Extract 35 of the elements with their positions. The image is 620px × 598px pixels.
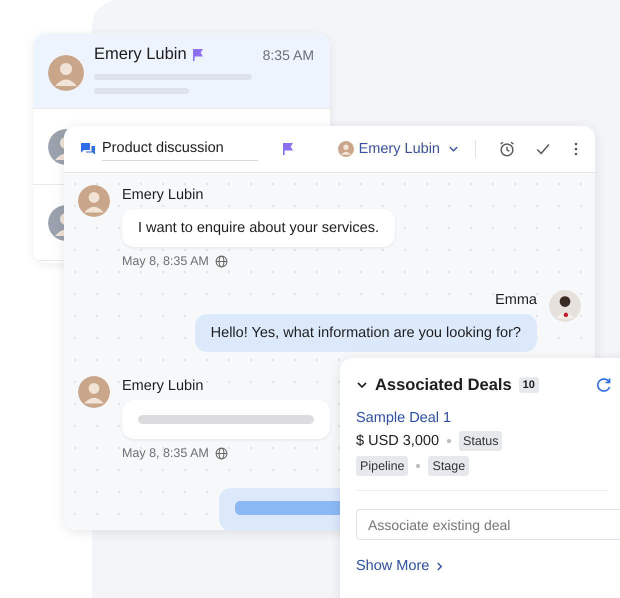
associate-deal-field[interactable]: Associate existing deal — [356, 509, 620, 540]
message-bubble: I want to enquire about your services. — [122, 209, 395, 247]
chevron-icon — [436, 560, 444, 572]
avatar-icon — [48, 55, 84, 91]
avatar-icon — [78, 376, 110, 408]
sender-name: Emery Lubin — [122, 187, 204, 203]
caret-icon — [448, 145, 459, 153]
stage-tag: Stage — [428, 456, 470, 476]
deal-amount: $ USD 3,000 — [356, 433, 440, 449]
avatar-icon — [338, 141, 354, 157]
subject-field[interactable]: Product discussion — [102, 137, 258, 161]
avatar-icon — [549, 290, 581, 322]
count-badge: 10 — [518, 377, 539, 393]
conversation-row[interactable]: Emery Lubin 8:35 AM — [33, 33, 330, 109]
flag-icon[interactable] — [281, 142, 295, 156]
panel-title: Associated Deals — [375, 376, 512, 394]
deal-link[interactable]: Sample Deal 1 — [356, 410, 608, 426]
message-time: 8:35 AM — [262, 46, 314, 62]
globe-icon — [214, 446, 228, 460]
message-time: May 8, 8:35 AM — [122, 446, 209, 460]
sender-name: Emery Lubin — [122, 378, 204, 394]
refresh-icon[interactable] — [596, 377, 612, 393]
pipeline-tag: Pipeline — [356, 456, 408, 476]
status-tag: Status — [459, 431, 502, 451]
alarm-clock-icon[interactable] — [498, 140, 516, 158]
show-more-link[interactable]: Show More — [356, 558, 620, 574]
globe-icon — [214, 254, 228, 268]
message-bubble: Hello! Yes, what information are you looking for? — [194, 314, 537, 352]
sender-name: Emma — [495, 292, 537, 308]
more-options-icon[interactable] — [573, 140, 579, 158]
assignee-dropdown[interactable]: Emery Lubin — [338, 141, 459, 157]
chat-bubbles-icon — [80, 142, 96, 156]
avatar-icon — [78, 185, 110, 217]
message-time: May 8, 8:35 AM — [122, 254, 209, 268]
contact-name: Emery Lubin — [94, 45, 187, 64]
